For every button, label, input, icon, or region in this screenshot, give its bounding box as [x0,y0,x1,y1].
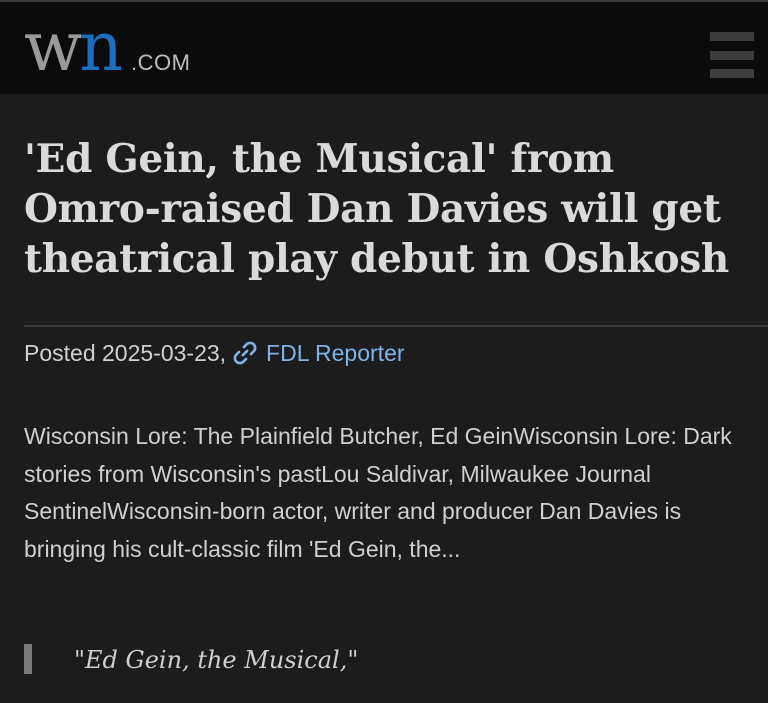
menu-bar [710,32,754,41]
article-summary: Wisconsin Lore: The Plainfield Butcher, … [24,423,732,562]
hamburger-menu-icon[interactable] [710,32,754,78]
source-link[interactable]: FDL Reporter [266,340,404,367]
menu-bar [710,69,754,78]
blockquote: "Ed Gein, the Musical," [24,640,744,680]
quote-text: "Ed Gein, the Musical," [74,646,359,674]
title-line: theatrical play debut in Oshkosh [24,236,729,282]
title-line: Omro-raised Dan Davies will get [24,186,721,232]
menu-bar [710,50,754,60]
logo-letter-n: n [79,8,123,87]
logo-domain: .COM [131,50,191,75]
posted-date: Posted 2025-03-23, [24,339,227,366]
article-meta: Posted 2025-03-23, FDL Reporter [24,336,405,370]
logo-letter-w: w [24,8,82,87]
article-title: 'Ed Gein, the Musical' from Omro-raised … [24,134,754,284]
site-logo[interactable]: wn .COM [24,6,190,86]
site-header: wn .COM [0,0,768,94]
title-line: 'Ed Gein, the Musical' from [24,136,614,182]
divider [24,325,768,327]
link-icon [233,341,257,365]
quote-bar [24,644,32,674]
